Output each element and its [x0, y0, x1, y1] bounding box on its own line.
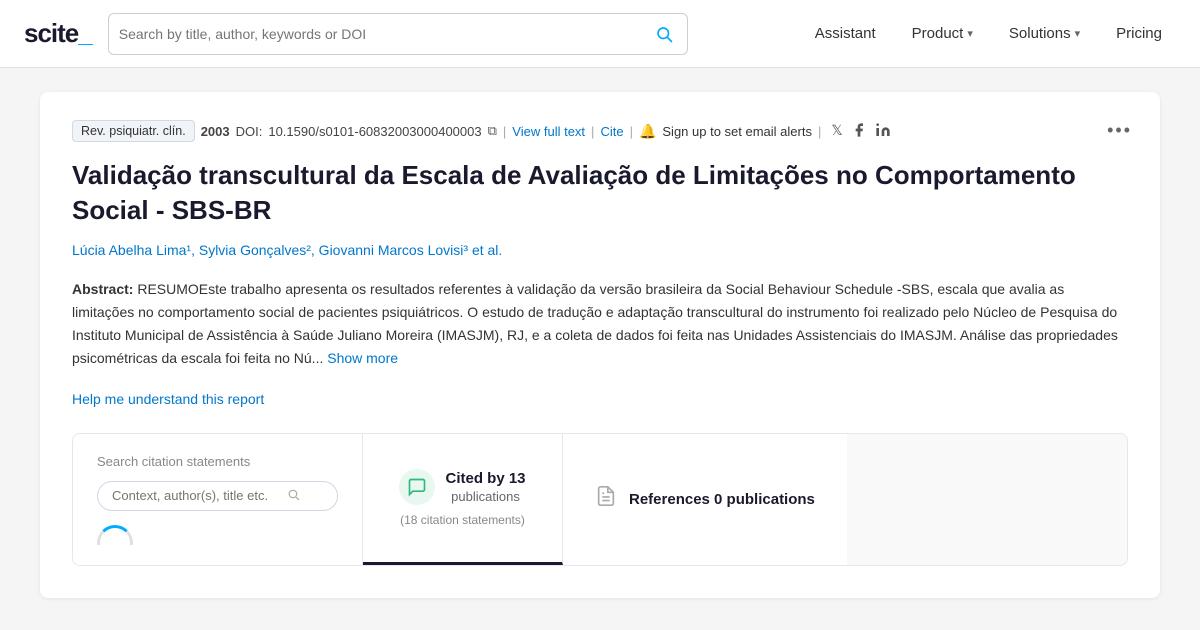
nav-item-product[interactable]: Product ▾	[898, 17, 987, 50]
view-full-text-link[interactable]: View full text	[512, 124, 585, 139]
separator-1: |	[503, 124, 506, 139]
nav-item-pricing[interactable]: Pricing	[1102, 17, 1176, 50]
loading-spinner	[97, 525, 133, 545]
more-options-button[interactable]: •••	[1107, 120, 1132, 141]
alert-text[interactable]: Sign up to set email alerts	[662, 124, 812, 139]
copy-doi-icon[interactable]: ⧉	[488, 123, 497, 139]
search-submit-button[interactable]	[651, 21, 677, 47]
chat-bubble-icon	[407, 477, 427, 497]
logo-underscore: _	[78, 18, 91, 48]
meta-row: Rev. psiquiatr. clín. 2003 DOI: 10.1590/…	[72, 120, 1128, 142]
cited-sub-text: publications	[451, 489, 520, 504]
social-icons: 𝕏	[831, 122, 890, 141]
citation-tabs: Cited by 13 publications (18 citation st…	[363, 434, 1127, 565]
paper-title: Validação transcultural da Escala de Ava…	[72, 158, 1128, 228]
tab-cited-by-content: Cited by 13 publications	[399, 469, 525, 505]
tab-references[interactable]: References 0 publications	[563, 434, 847, 565]
show-more-button[interactable]: Show more	[327, 350, 398, 366]
document-icon	[595, 485, 617, 513]
cited-main-text: Cited by 13	[445, 470, 525, 487]
citation-search-field[interactable]	[112, 488, 281, 503]
tab-citation-statements: (18 citation statements)	[400, 513, 525, 527]
bottom-section: Search citation statements	[72, 433, 1128, 566]
abstract: Abstract: RESUMOEste trabalho apresenta …	[72, 278, 1128, 370]
nav-label-assistant: Assistant	[815, 25, 876, 42]
citation-search-label: Search citation statements	[97, 454, 338, 469]
chevron-down-icon: ▾	[967, 27, 973, 40]
journal-badge: Rev. psiquiatr. clín.	[72, 120, 195, 142]
cited-by-bubble	[399, 469, 435, 505]
search-input[interactable]	[119, 26, 651, 42]
abstract-text: RESUMOEste trabalho apresenta os resulta…	[72, 281, 1118, 366]
citation-search-input-wrap[interactable]	[97, 481, 338, 511]
nav-item-assistant[interactable]: Assistant	[801, 17, 890, 50]
references-label: References 0 publications	[629, 491, 815, 508]
separator-4: |	[818, 124, 821, 139]
linkedin-icon[interactable]	[875, 122, 891, 141]
separator-3: |	[630, 124, 633, 139]
chevron-down-icon: ▾	[1075, 27, 1081, 40]
doi-label: DOI:	[236, 124, 263, 139]
nav-label-solutions: Solutions	[1009, 25, 1071, 42]
search-icon	[655, 25, 673, 43]
publication-year: 2003	[201, 124, 230, 139]
site-logo[interactable]: scite_	[24, 18, 92, 49]
nav-label-pricing: Pricing	[1116, 25, 1162, 42]
navbar: scite_ Assistant Product ▾ Solutions ▾ P…	[0, 0, 1200, 68]
separator-2: |	[591, 124, 594, 139]
search-bar[interactable]	[108, 13, 688, 55]
citation-search-panel: Search citation statements	[73, 434, 363, 565]
content-area: ••• Rev. psiquiatr. clín. 2003 DOI: 10.1…	[20, 92, 1180, 598]
citation-sub-1: (18 citation	[400, 513, 459, 527]
search-small-icon	[287, 488, 300, 504]
cite-link[interactable]: Cite	[600, 124, 623, 139]
twitter-icon[interactable]: 𝕏	[831, 122, 842, 141]
nav-label-product: Product	[912, 25, 964, 42]
tab-cited-by-main-label: Cited by 13	[445, 470, 525, 487]
citation-sub-2: statements)	[462, 513, 525, 527]
facebook-icon[interactable]	[851, 122, 867, 141]
help-link[interactable]: Help me understand this report	[72, 391, 264, 407]
authors-text: Lúcia Abelha Lima¹, Sylvia Gonçalves², G…	[72, 242, 502, 258]
nav-links: Assistant Product ▾ Solutions ▾ Pricing	[801, 17, 1176, 50]
paper-card: ••• Rev. psiquiatr. clín. 2003 DOI: 10.1…	[40, 92, 1160, 598]
bell-icon: 🔔	[639, 123, 656, 140]
tab-cited-by-sub-label: publications	[445, 489, 525, 504]
nav-item-solutions[interactable]: Solutions ▾	[995, 17, 1094, 50]
doi-value: 10.1590/s0101-60832003000400003	[268, 124, 481, 139]
abstract-label: Abstract:	[72, 281, 133, 297]
tab-cited-by[interactable]: Cited by 13 publications (18 citation st…	[363, 434, 563, 565]
authors[interactable]: Lúcia Abelha Lima¹, Sylvia Gonçalves², G…	[72, 242, 1128, 258]
tab-cited-by-text: Cited by 13 publications	[445, 470, 525, 504]
